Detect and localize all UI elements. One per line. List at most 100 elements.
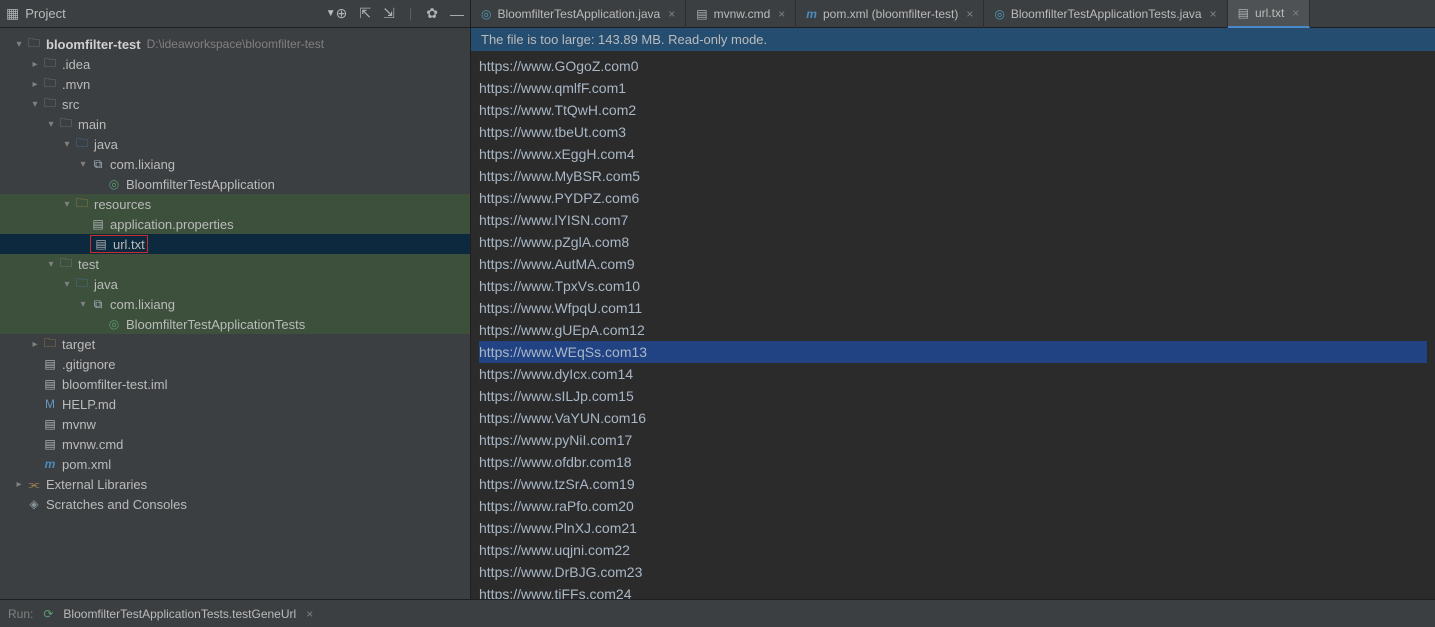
- file-line[interactable]: https://www.uqjni.com22: [479, 539, 1427, 561]
- tree-node[interactable]: 🗀resources: [0, 194, 470, 214]
- file-line[interactable]: https://www.WEqSs.com13: [479, 341, 1427, 363]
- tree-node[interactable]: mpom.xml: [0, 454, 470, 474]
- expand-arrow-icon[interactable]: [12, 39, 26, 50]
- file-line[interactable]: https://www.tbeUt.com3: [479, 121, 1427, 143]
- file-line[interactable]: https://www.TtQwH.com2: [479, 99, 1427, 121]
- tree-node[interactable]: ⧉com.lixiang: [0, 294, 470, 314]
- close-icon[interactable]: ×: [306, 607, 313, 621]
- gear-icon[interactable]: ✿: [426, 5, 438, 22]
- tree-node-label: target: [62, 337, 95, 352]
- close-icon[interactable]: ×: [966, 7, 973, 21]
- file-line[interactable]: https://www.pZglA.com8: [479, 231, 1427, 253]
- editor-tab[interactable]: ◎ BloomfilterTestApplication.java ×: [471, 0, 686, 28]
- project-dropdown-icon[interactable]: ▼: [326, 8, 336, 19]
- expand-arrow-icon[interactable]: [12, 479, 26, 490]
- source-folder-icon: 🗀: [74, 136, 90, 152]
- tree-node[interactable]: MHELP.md: [0, 394, 470, 414]
- project-tool-header[interactable]: ▦ Project ▼ ⊕ ⇱ ⇲ | ✿ —: [0, 0, 471, 28]
- package-icon: ⧉: [90, 296, 106, 312]
- editor-tab[interactable]: ▤url.txt×: [1228, 0, 1311, 28]
- locate-icon[interactable]: ⊕: [336, 5, 348, 22]
- tab-label: BloomfilterTestApplication.java: [497, 7, 660, 21]
- expand-arrow-icon[interactable]: [76, 299, 90, 310]
- expand-arrow-icon[interactable]: [60, 199, 74, 210]
- tree-node[interactable]: 🗀java: [0, 274, 470, 294]
- tree-node[interactable]: 🗀test: [0, 254, 470, 274]
- file-line[interactable]: https://www.raPfo.com20: [479, 495, 1427, 517]
- tree-node[interactable]: ◈Scratches and Consoles: [0, 494, 470, 514]
- tree-node[interactable]: ▤bloomfilter-test.iml: [0, 374, 470, 394]
- tree-node[interactable]: 🗀.idea: [0, 54, 470, 74]
- tree-node-label: com.lixiang: [110, 157, 175, 172]
- expand-arrow-icon[interactable]: [60, 139, 74, 150]
- java-file-icon: ◎: [481, 7, 491, 21]
- tree-node[interactable]: ◎BloomfilterTestApplicationTests: [0, 314, 470, 334]
- file-line[interactable]: https://www.sILJp.com15: [479, 385, 1427, 407]
- file-line[interactable]: https://www.ofdbr.com18: [479, 451, 1427, 473]
- file-line[interactable]: https://www.qmlfF.com1: [479, 77, 1427, 99]
- file-icon: ▤: [42, 376, 58, 392]
- tree-node[interactable]: 🗀.mvn: [0, 74, 470, 94]
- tree-node[interactable]: ▤mvnw.cmd: [0, 434, 470, 454]
- separator: |: [409, 6, 412, 21]
- file-line[interactable]: https://www.tiFFs.com24: [479, 583, 1427, 599]
- file-line[interactable]: https://www.VaYUN.com16: [479, 407, 1427, 429]
- file-line[interactable]: https://www.TpxVs.com10: [479, 275, 1427, 297]
- expand-arrow-icon[interactable]: [28, 59, 42, 70]
- close-icon[interactable]: ×: [1210, 7, 1217, 21]
- tree-node[interactable]: ▤.gitignore: [0, 354, 470, 374]
- resources-folder-icon: 🗀: [74, 196, 90, 212]
- file-line[interactable]: https://www.gUEpA.com12: [479, 319, 1427, 341]
- project-tree[interactable]: 🗀bloomfilter-testD:\ideaworkspace\bloomf…: [0, 28, 471, 599]
- expand-arrow-icon[interactable]: [28, 99, 42, 110]
- expand-arrow-icon[interactable]: [44, 119, 58, 130]
- file-line[interactable]: https://www.PlnXJ.com21: [479, 517, 1427, 539]
- tree-node-label: url.txt: [113, 237, 145, 252]
- folder-icon: 🗀: [26, 36, 42, 52]
- tree-node-label: mvnw.cmd: [62, 437, 123, 452]
- editor-tabs-bar: ◎BloomfilterTestApplication.java×▤mvnw.c…: [471, 0, 1435, 28]
- expand-all-icon[interactable]: ⇱: [359, 5, 371, 22]
- editor-content[interactable]: https://www.GOgoZ.com0https://www.qmlfF.…: [471, 51, 1435, 599]
- expand-arrow-icon[interactable]: [28, 79, 42, 90]
- close-icon[interactable]: ×: [1292, 6, 1299, 20]
- expand-arrow-icon[interactable]: [60, 279, 74, 290]
- tree-node[interactable]: ⫘External Libraries: [0, 474, 470, 494]
- tree-node[interactable]: 🗀src: [0, 94, 470, 114]
- file-line[interactable]: https://www.tzSrA.com19: [479, 473, 1427, 495]
- tree-node-label: External Libraries: [46, 477, 147, 492]
- editor-tab[interactable]: ▤mvnw.cmd×: [686, 0, 796, 28]
- close-icon[interactable]: ×: [668, 7, 675, 21]
- tree-node[interactable]: ▤url.txt: [0, 234, 470, 254]
- file-line[interactable]: https://www.WfpqU.com11: [479, 297, 1427, 319]
- tree-node[interactable]: ▤mvnw: [0, 414, 470, 434]
- tree-node[interactable]: ◎BloomfilterTestApplication: [0, 174, 470, 194]
- tree-node[interactable]: 🗀target: [0, 334, 470, 354]
- tree-node[interactable]: ⧉com.lixiang: [0, 154, 470, 174]
- file-line[interactable]: https://www.pyNiI.com17: [479, 429, 1427, 451]
- file-line[interactable]: https://www.PYDPZ.com6: [479, 187, 1427, 209]
- editor-tab[interactable]: ◎BloomfilterTestApplicationTests.java×: [984, 0, 1227, 28]
- run-tool-bar[interactable]: Run: ⟳ BloomfilterTestApplicationTests.t…: [0, 599, 1435, 627]
- file-line[interactable]: https://www.DrBJG.com23: [479, 561, 1427, 583]
- tree-node[interactable]: 🗀 java: [0, 134, 470, 154]
- expand-arrow-icon[interactable]: [28, 339, 42, 350]
- tree-node[interactable]: 🗀bloomfilter-testD:\ideaworkspace\bloomf…: [0, 34, 470, 54]
- file-line[interactable]: https://www.lYISN.com7: [479, 209, 1427, 231]
- run-config-name[interactable]: BloomfilterTestApplicationTests.testGene…: [63, 607, 296, 621]
- file-line[interactable]: https://www.MyBSR.com5: [479, 165, 1427, 187]
- tree-node[interactable]: 🗀main: [0, 114, 470, 134]
- close-icon[interactable]: ×: [778, 7, 785, 21]
- file-line[interactable]: https://www.GOgoZ.com0: [479, 55, 1427, 77]
- tree-node[interactable]: ▤application.properties: [0, 214, 470, 234]
- tree-node-label: pom.xml: [62, 457, 111, 472]
- file-line[interactable]: https://www.xEggH.com4: [479, 143, 1427, 165]
- editor-tab[interactable]: mpom.xml (bloomfilter-test)×: [796, 0, 984, 28]
- hide-icon[interactable]: —: [450, 6, 464, 22]
- expand-arrow-icon[interactable]: [76, 159, 90, 170]
- file-line[interactable]: https://www.dyIcx.com14: [479, 363, 1427, 385]
- expand-arrow-icon[interactable]: [44, 259, 58, 270]
- collapse-all-icon[interactable]: ⇲: [383, 5, 395, 22]
- file-line[interactable]: https://www.AutMA.com9: [479, 253, 1427, 275]
- tree-node-label: java: [94, 137, 118, 152]
